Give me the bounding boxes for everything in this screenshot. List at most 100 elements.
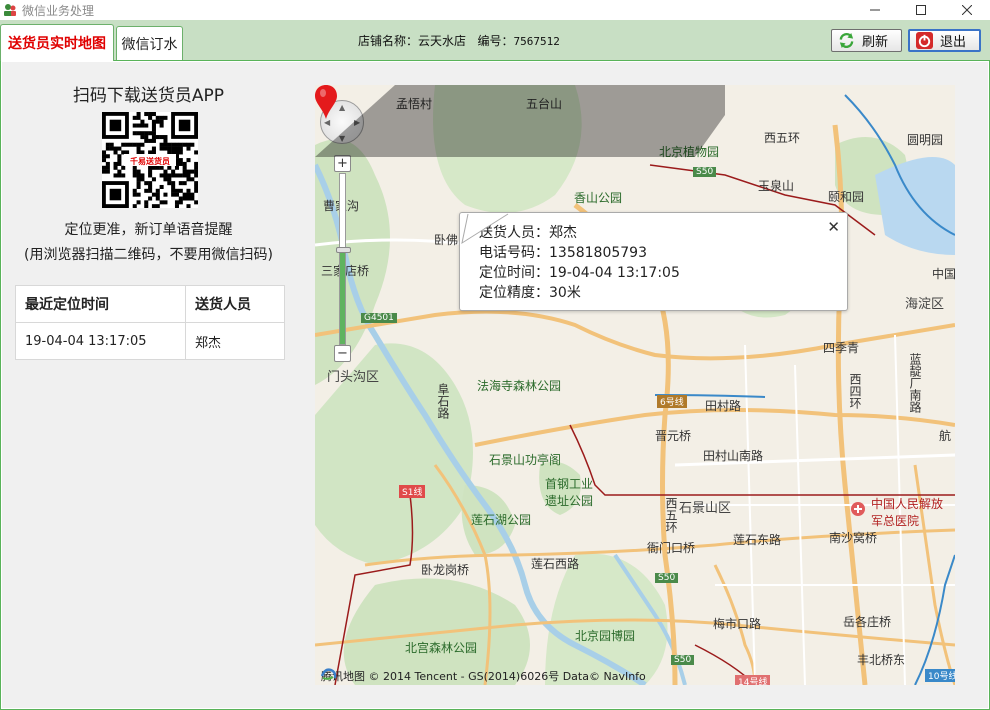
map-label: 航 [939, 429, 952, 443]
map-label: 颐和园 [828, 190, 865, 204]
map-label: 门头沟区 [327, 370, 380, 385]
map-label: 四季青 [823, 341, 860, 355]
map-label: 首钢工业遗址公园 [545, 477, 594, 508]
location-pin-icon[interactable] [315, 85, 337, 119]
location-table: 最近定位时间 送货人员 19-04-04 13:17:05 郑杰 [15, 285, 285, 360]
map-label: 中国 [932, 267, 955, 281]
exit-label: 退出 [940, 35, 967, 50]
refresh-icon [839, 32, 854, 49]
map-label: 10号线 [925, 669, 955, 682]
store-info: 店铺名称：云天水店 编号：7567512 [358, 32, 560, 49]
map-label: 莲石东路 [733, 533, 782, 547]
tip-scan: (用浏览器扫描二维码，不要用微信扫码) [24, 247, 273, 263]
table-row[interactable]: 19-04-04 13:17:05 郑杰 [15, 322, 285, 360]
zoom-in-button[interactable]: + [334, 155, 351, 172]
map-label: 海淀区 [905, 297, 945, 312]
store-name: 云天水店 [418, 34, 467, 48]
info-phone-label: 电话号码： [479, 245, 549, 261]
map-copyright: 腾讯地图 © 2014 Tencent - GS(2014)6026号 Data… [321, 668, 646, 684]
map-label: S50 [671, 655, 695, 665]
map-label: 田村路 [705, 399, 742, 413]
map-label: G4501 [361, 313, 397, 323]
info-accuracy-value: 30米 [549, 285, 581, 301]
map-label: 6号线 [657, 395, 687, 408]
map-label: 阜石路 [436, 383, 450, 419]
map-label: 西五环 [664, 497, 678, 533]
power-icon [916, 32, 933, 49]
map-label: 西五环 [764, 131, 801, 145]
table-header-row: 最近定位时间 送货人员 [15, 285, 285, 323]
map-label: 梅市口路 [713, 617, 762, 631]
map-label: 田村山南路 [703, 449, 764, 463]
title-bar: 微信业务处理 [0, 0, 990, 20]
exit-button[interactable]: 退出 [908, 29, 981, 52]
tab-wechat-order[interactable]: 微信订水 [116, 26, 183, 60]
map-label: 晋元桥 [655, 429, 692, 443]
qr-title: 扫码下载送货员APP [72, 86, 225, 106]
tencent-map-logo-icon [321, 668, 337, 680]
column-header-time: 最近定位时间 [15, 285, 186, 323]
store-id-label: 编号： [477, 34, 514, 48]
map-label: 香山公园 [574, 191, 623, 205]
refresh-button[interactable]: 刷新 [831, 29, 902, 52]
info-time-value: 19-04-04 13:17:05 [549, 265, 680, 281]
map-label: 岳各庄桥 [843, 615, 892, 629]
map-label: 石景山功亭阁 [489, 453, 562, 467]
qr-caption: 千易送货员 [130, 157, 170, 166]
map-label: S50 [693, 167, 717, 177]
map-label: S50 [655, 573, 679, 583]
zoom-out-button[interactable]: − [334, 345, 351, 362]
info-accuracy-row: 定位精度：30米 [479, 282, 581, 302]
zoom-control: + − [334, 155, 351, 365]
info-window-tail [461, 213, 509, 245]
info-accuracy-label: 定位精度： [479, 285, 549, 301]
map-view[interactable]: 孟悟村 五台山 北京植物园 西五环 圆明园 玉泉山 颐和园 香山公园 曹家沟 卧… [315, 85, 955, 685]
store-id: 7567512 [513, 35, 560, 48]
map-label: 法海寺森林公园 [477, 379, 562, 393]
tab-delivery-map[interactable]: 送货员实时地图 [0, 24, 114, 61]
map-label: 石景山区 [679, 501, 732, 516]
tip-location: 定位更准，新订单语音提醒 [64, 222, 233, 238]
map-label: 莲石西路 [531, 557, 580, 571]
map-label: 北宫森林公园 [405, 641, 478, 655]
map-label: 莲石湖公园 [471, 513, 532, 527]
app-window: 微信业务处理 送货员实时地图 微信订水 店铺名称：云天水店 编号：7567512… [0, 0, 990, 710]
minimize-icon[interactable] [852, 0, 898, 20]
map-label: 北京园博园 [575, 629, 636, 643]
copyright-text: 腾讯地图 © 2014 Tencent - GS(2014)6026号 Data… [321, 670, 646, 683]
map-label: 圆明园 [907, 133, 944, 147]
column-header-courier: 送货人员 [185, 285, 285, 323]
zoom-slider[interactable] [336, 173, 351, 345]
info-phone-value: 13581805793 [549, 245, 647, 261]
app-icon [4, 4, 16, 16]
map-label: 14号线 [735, 675, 771, 685]
info-window: 送货人员：郑杰 电话号码：13581805793 定位时间：19-04-04 1… [459, 212, 848, 311]
close-icon[interactable] [944, 0, 990, 20]
zoom-slider-handle[interactable] [336, 247, 351, 253]
map-label: 中国人民解放军总医院 [871, 497, 944, 528]
map-label: 玉泉山 [758, 179, 795, 193]
map-label: 蓝靛厂南路 [908, 353, 922, 413]
cell-time: 19-04-04 13:17:05 [15, 322, 186, 360]
close-icon[interactable]: ✕ [827, 218, 840, 236]
map-label: 丰北桥东 [857, 653, 906, 667]
qr-code: 千易送货员 [102, 112, 199, 209]
map-label: 卧佛 [434, 233, 459, 247]
right-panel: 孟悟村 五台山 北京植物园 西五环 圆明园 玉泉山 颐和园 香山公园 曹家沟 卧… [295, 62, 988, 708]
content-frame: 扫码下载送货员APP 千易送货员 定位更准，新订单语音提醒 (用浏览器扫描二维码… [0, 60, 990, 710]
info-courier-value: 郑杰 [549, 225, 577, 241]
info-time-label: 定位时间： [479, 265, 549, 281]
toolbar: 送货员实时地图 微信订水 店铺名称：云天水店 编号：7567512 刷新 退出 [0, 20, 990, 61]
info-phone-row: 电话号码：13581805793 [479, 242, 647, 262]
window-title: 微信业务处理 [22, 4, 95, 18]
map-label: 南沙窝桥 [829, 531, 878, 545]
cell-courier: 郑杰 [185, 322, 285, 360]
info-time-row: 定位时间：19-04-04 13:17:05 [479, 262, 680, 282]
map-label: 衙门口桥 [647, 541, 696, 555]
store-name-label: 店铺名称： [358, 34, 419, 48]
refresh-label: 刷新 [862, 35, 889, 50]
maximize-icon[interactable] [898, 0, 944, 20]
info-window-shadow [315, 85, 725, 157]
map-label: S1线 [399, 485, 426, 498]
map-label: 卧龙岗桥 [421, 563, 470, 577]
